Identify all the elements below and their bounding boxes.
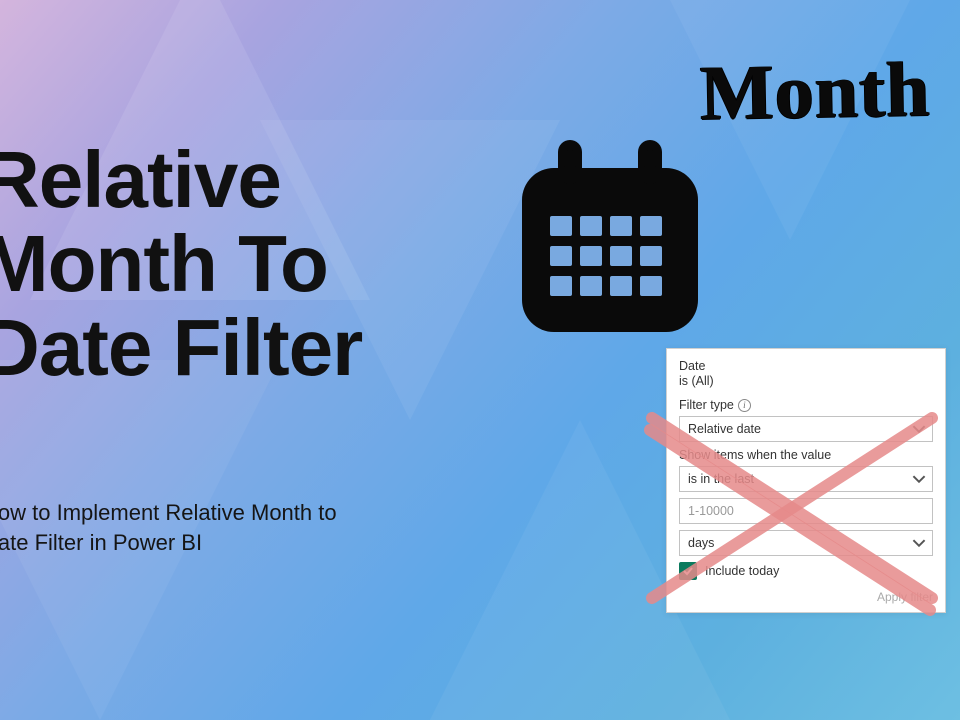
- include-today-label: Include today: [705, 564, 779, 578]
- checkbox-checked-icon[interactable]: [679, 562, 697, 580]
- apply-filter-link[interactable]: Apply filter: [679, 590, 933, 604]
- chevron-down-icon: [912, 422, 926, 436]
- title-line: Relative: [0, 138, 362, 222]
- filter-pane: Date is (All) Filter type i Relative dat…: [666, 348, 946, 613]
- filter-field-name: Date: [679, 359, 933, 373]
- info-icon[interactable]: i: [738, 399, 751, 412]
- filter-field-summary: is (All): [679, 374, 933, 388]
- slide-stage: Relative Month To Date Filter How to Imp…: [0, 0, 960, 720]
- count-input[interactable]: 1-10000: [679, 498, 933, 524]
- filter-type-label-text: Filter type: [679, 398, 734, 412]
- unit-select[interactable]: days: [679, 530, 933, 556]
- page-subtitle: How to Implement Relative Month to Date …: [0, 498, 337, 557]
- title-line: Month To: [0, 222, 362, 306]
- unit-value: days: [688, 536, 714, 550]
- title-line: Date Filter: [0, 306, 362, 390]
- chevron-down-icon: [912, 536, 926, 550]
- operator-select[interactable]: is in the last: [679, 466, 933, 492]
- month-label: Month: [699, 44, 931, 138]
- condition-label: Show items when the value: [679, 448, 933, 462]
- chevron-down-icon: [912, 472, 926, 486]
- page-title: Relative Month To Date Filter: [0, 138, 362, 390]
- filter-type-select[interactable]: Relative date: [679, 416, 933, 442]
- operator-value: is in the last: [688, 472, 754, 486]
- count-placeholder: 1-10000: [688, 504, 734, 518]
- filter-type-value: Relative date: [688, 422, 761, 436]
- filter-type-label: Filter type i: [679, 398, 933, 412]
- calendar-icon: [510, 132, 710, 342]
- subtitle-line: How to Implement Relative Month to: [0, 498, 337, 528]
- subtitle-line: Date Filter in Power BI: [0, 528, 337, 558]
- include-today-row[interactable]: Include today: [679, 562, 933, 580]
